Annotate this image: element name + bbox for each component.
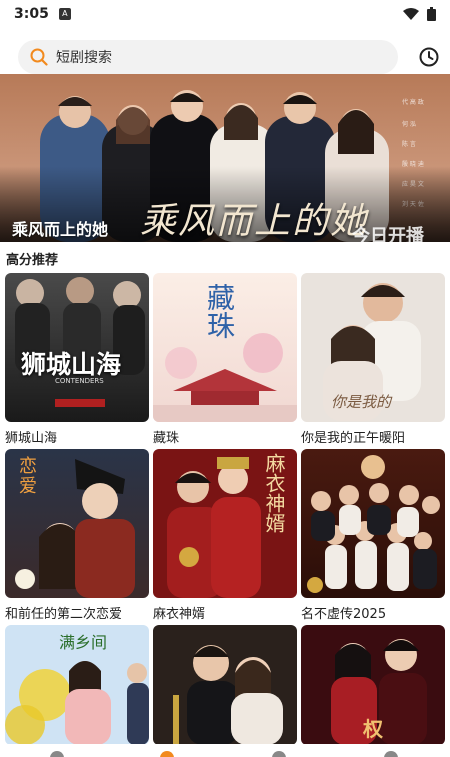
poster-subtitle: CONTENDERS <box>55 377 104 385</box>
drama-poster <box>301 449 445 598</box>
search-row: 短剧搜索 <box>0 38 450 78</box>
banner-corner-text: 今日开播 <box>352 226 424 242</box>
banner-title: 乘风而上的她 <box>12 220 109 239</box>
drama-title: 麻衣神婿 <box>153 607 206 622</box>
drama-title: 和前任的第二次恋爱 <box>5 607 123 622</box>
battery-icon <box>427 7 436 21</box>
status-time: 3:05 <box>14 6 49 22</box>
nav-discover-icon[interactable] <box>160 751 174 757</box>
drama-card[interactable]: 满乡间 <box>5 625 149 750</box>
drama-title: 名不虚传2025 <box>301 607 387 622</box>
poster-title-art: 藏珠 <box>203 283 236 339</box>
section-title: 高分推荐 <box>6 253 59 268</box>
drama-poster <box>153 625 297 745</box>
drama-card[interactable] <box>153 625 297 750</box>
banner-calligraphy: 乘风而上的她 <box>140 201 369 242</box>
poster-title-art: 恋爱 <box>19 456 37 497</box>
featured-banner[interactable]: 代 高 政何 泓陈 言 殷 晓 迪应 昊 文刘 天 佐 乘风而上的她 乘风而上的… <box>0 74 450 242</box>
wifi-icon <box>403 8 419 20</box>
drama-poster: 你是我的 <box>301 273 445 422</box>
notification-icon: A <box>58 8 71 20</box>
nav-profile-icon[interactable] <box>384 751 398 757</box>
search-icon <box>30 48 48 66</box>
drama-card[interactable]: 权 <box>301 625 445 750</box>
poster-title-art: 麻衣神婿 <box>262 453 286 533</box>
drama-card[interactable]: 麻衣神婿 麻衣神婿 <box>153 449 297 622</box>
search-input[interactable]: 短剧搜索 <box>18 40 398 74</box>
status-bar: 3:05 A <box>0 0 450 28</box>
bottom-nav <box>0 744 450 757</box>
drama-title: 藏珠 <box>153 431 180 446</box>
drama-card[interactable]: 藏珠 藏珠 <box>153 273 297 446</box>
drama-card[interactable]: 狮城山海 CONTENDERS 狮城山海 <box>5 273 149 446</box>
search-placeholder: 短剧搜索 <box>56 50 112 66</box>
drama-poster: 权 <box>301 625 445 745</box>
poster-title-art: 权 <box>363 717 383 741</box>
nav-favorites-icon[interactable] <box>272 751 286 757</box>
clock-icon[interactable] <box>418 46 440 68</box>
drama-poster: 藏珠 <box>153 273 297 422</box>
nav-home-icon[interactable] <box>50 751 64 757</box>
poster-title-art: 你是我的 <box>331 393 392 411</box>
drama-card[interactable]: 你是我的 你是我的正午暖阳 <box>301 273 445 446</box>
poster-title-art: 狮城山海 <box>21 350 122 379</box>
drama-poster: 麻衣神婿 <box>153 449 297 598</box>
app-screen: 3:05 A 短剧搜索 乘风而上的她 乘风而上的她 今日开播 高分推荐 狮城山海… <box>0 0 450 757</box>
drama-poster: 恋爱 <box>5 449 149 598</box>
drama-title: 狮城山海 <box>5 431 58 446</box>
drama-poster: 狮城山海 CONTENDERS <box>5 273 149 422</box>
poster-title-art: 满乡间 <box>59 633 108 652</box>
drama-card[interactable]: 恋爱 和前任的第二次恋爱 <box>5 449 149 622</box>
drama-card[interactable]: 名不虚传2025 <box>301 449 445 622</box>
drama-title: 你是我的正午暖阳 <box>301 431 406 446</box>
drama-poster: 满乡间 <box>5 625 149 745</box>
